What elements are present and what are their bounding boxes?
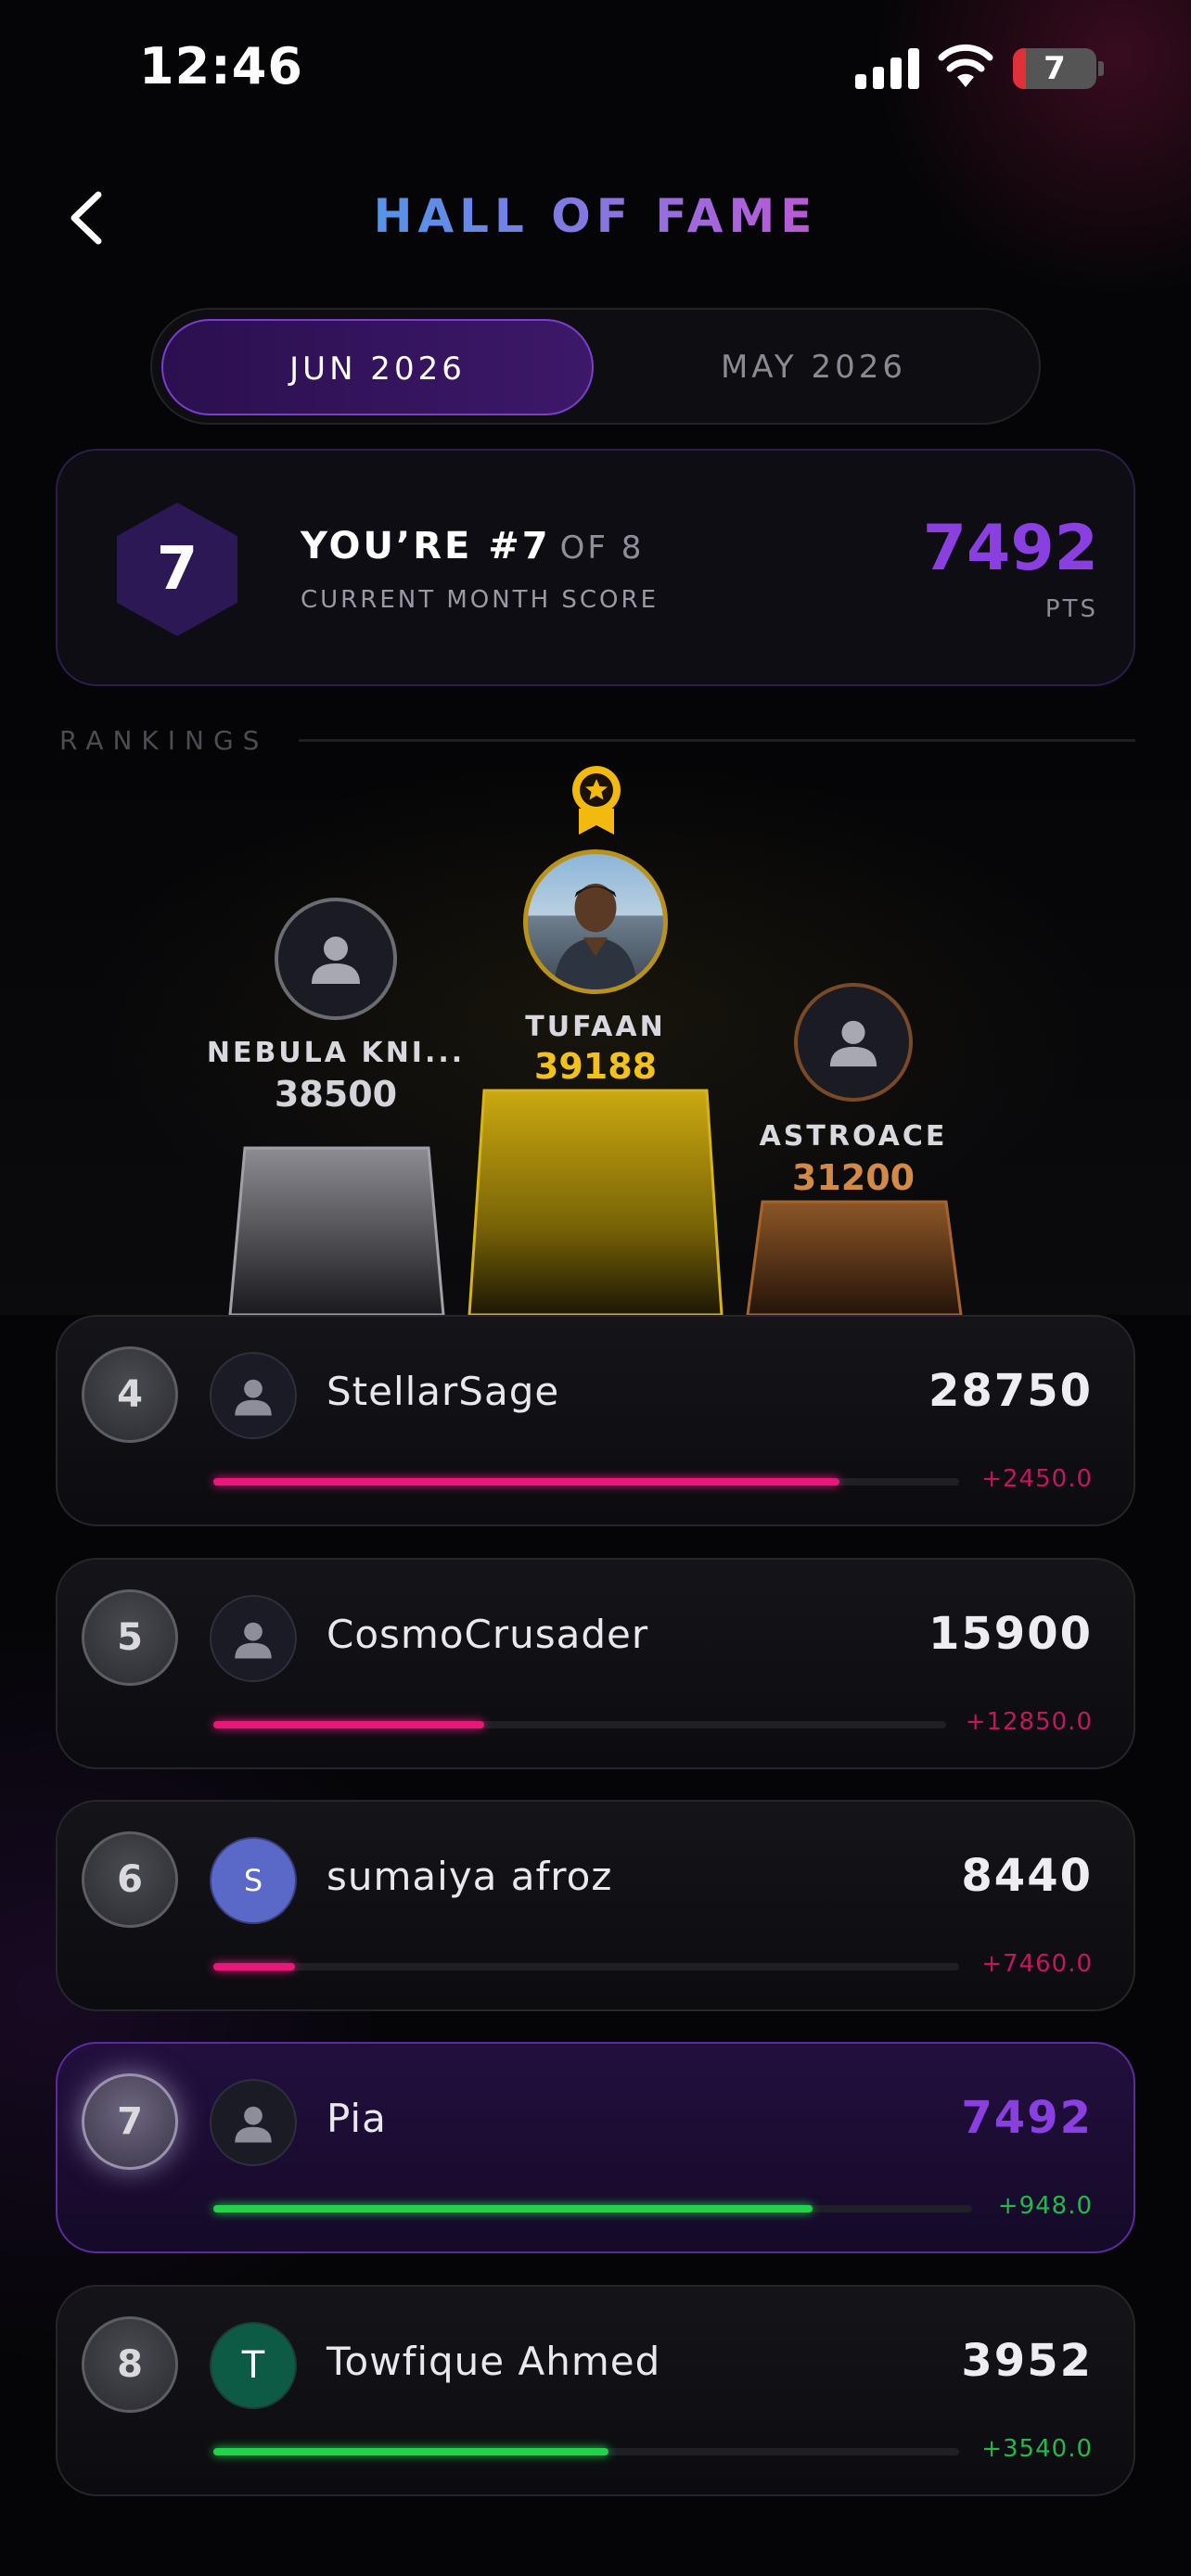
leaderboard-row[interactable]: 6 Ssumaiya afroz 8440 +7460.0 xyxy=(56,1800,1135,2011)
player-name: StellarSage xyxy=(327,1369,560,1414)
progress-track xyxy=(213,1721,946,1728)
avatar-third-place[interactable] xyxy=(794,983,913,1102)
podium-first-score: 39188 xyxy=(533,1046,658,1087)
my-rank-total: OF 8 xyxy=(559,529,645,567)
my-rank-text: YOU’RE #7 xyxy=(301,525,551,567)
tab-jun-2026[interactable]: JUN 2026 xyxy=(161,319,594,415)
progress-bar xyxy=(213,2205,813,2213)
user-icon xyxy=(235,1379,272,1416)
podium-first-name: TUFAAN xyxy=(525,1011,666,1043)
podium-second-name: NEBULA KNI... xyxy=(206,1037,466,1069)
podium-block-third xyxy=(746,1200,963,1317)
player-score: 3952 xyxy=(961,2335,1093,2387)
avatar[interactable] xyxy=(210,1595,297,1682)
leaderboard-row[interactable]: 8 T Towfique Ahmed 3952 +3540.0 xyxy=(56,2285,1135,2496)
battery-icon: 7 xyxy=(1013,48,1096,89)
user-icon xyxy=(235,1622,272,1659)
rank-badge: 5 xyxy=(82,1589,178,1686)
my-score-unit: PTS xyxy=(1044,595,1098,623)
avatar[interactable]: T xyxy=(210,2322,297,2409)
avatar[interactable] xyxy=(210,2079,297,2166)
my-rank-headline: YOU’RE #7 OF 8 xyxy=(301,525,644,567)
rank-badge: 6 xyxy=(82,1831,178,1928)
rankings-label: RANKINGS xyxy=(59,725,269,756)
progress-track xyxy=(213,1478,959,1486)
player-score: 28750 xyxy=(928,1365,1093,1417)
leaderboard-row[interactable]: 5 CosmoCrusader 15900 +12850.0 xyxy=(56,1558,1135,1769)
avatar-initial: T xyxy=(241,2344,265,2387)
rank-badge: 4 xyxy=(82,1346,178,1443)
my-rank-badge: 7 xyxy=(117,503,237,636)
podium-third-name: ASTROACE xyxy=(759,1120,948,1153)
progress-track xyxy=(213,2448,959,2455)
podium-third-score: 31200 xyxy=(791,1157,916,1198)
signal-icon xyxy=(855,46,920,89)
user-icon xyxy=(235,2106,272,2143)
progress-bar xyxy=(213,2448,609,2455)
avatar-initial: S xyxy=(243,1863,263,1898)
progress-bar xyxy=(213,1721,485,1728)
avatar-first-place[interactable] xyxy=(523,849,668,994)
month-tabs: JUN 2026 MAY 2026 xyxy=(150,308,1041,425)
leaderboard-row[interactable]: 4 StellarSage 28750 +2450.0 xyxy=(56,1315,1135,1526)
player-name: Towfique Ahmed xyxy=(327,2339,661,2384)
score-delta: +2450.0 xyxy=(981,1465,1093,1493)
wifi-icon xyxy=(938,44,993,87)
avatar-second-place[interactable] xyxy=(275,898,397,1020)
rank-badge: 8 xyxy=(82,2316,178,2413)
player-score: 7492 xyxy=(961,2092,1093,2144)
player-name: CosmoCrusader xyxy=(327,1612,649,1657)
medal-icon xyxy=(572,766,621,835)
progress-bar xyxy=(213,1478,840,1486)
status-bar: 12:46 7 xyxy=(0,0,1191,139)
player-name: sumaiya afroz xyxy=(327,1854,613,1899)
page-title: HALL OF FAME xyxy=(0,189,1191,243)
status-time: 12:46 xyxy=(139,37,303,96)
user-icon xyxy=(829,1020,877,1067)
my-rank-subtitle: CURRENT MONTH SCORE xyxy=(301,586,659,614)
player-score: 8440 xyxy=(961,1850,1093,1902)
rank-badge: 7 xyxy=(82,2073,178,2170)
podium-block-second xyxy=(228,1146,445,1317)
progress-bar xyxy=(213,1963,296,1970)
score-delta: +3540.0 xyxy=(981,2435,1093,2463)
progress-track xyxy=(213,1963,959,1970)
player-score: 15900 xyxy=(928,1608,1093,1660)
avatar[interactable] xyxy=(210,1352,297,1439)
score-delta: +12850.0 xyxy=(965,1708,1093,1736)
my-score: 7492 xyxy=(922,512,1098,585)
battery-level: 7 xyxy=(1044,50,1066,87)
progress-track xyxy=(213,2205,972,2213)
my-rank-card: 7 YOU’RE #7 OF 8 CURRENT MONTH SCORE 7492… xyxy=(56,449,1135,686)
podium-second-score: 38500 xyxy=(274,1074,398,1115)
tab-may-2026[interactable]: MAY 2026 xyxy=(597,319,1030,415)
player-name: Pia xyxy=(327,2096,387,2141)
avatar[interactable]: S xyxy=(210,1837,297,1924)
score-delta: +948.0 xyxy=(997,2192,1093,2220)
divider xyxy=(299,739,1135,742)
podium-block-first xyxy=(467,1089,724,1317)
leaderboard-row[interactable]: 7 Pia 7492 +948.0 xyxy=(56,2042,1135,2253)
user-icon xyxy=(312,937,360,984)
score-delta: +7460.0 xyxy=(981,1950,1093,1978)
